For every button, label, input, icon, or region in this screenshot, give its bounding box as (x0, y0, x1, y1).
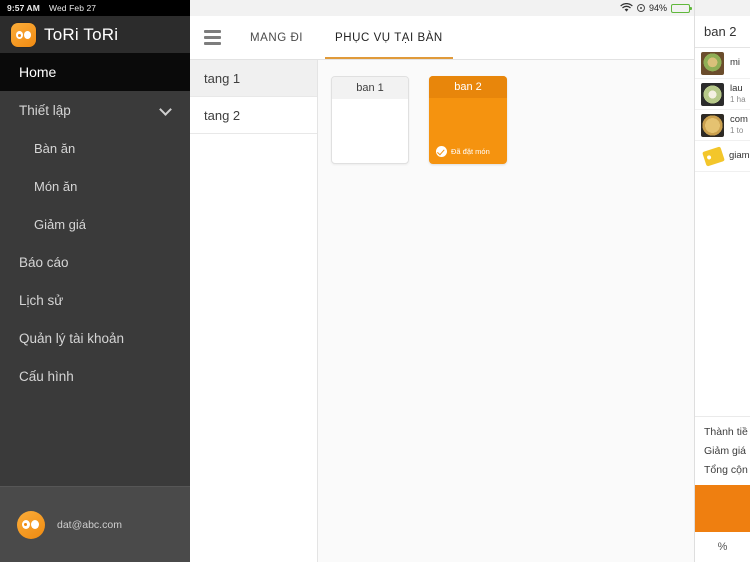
app-brand: ToRi ToRi (0, 16, 190, 53)
order-item-qty: 1 ha (730, 94, 746, 104)
discount-tag-icon (702, 145, 725, 167)
order-item-row[interactable]: giam (695, 141, 750, 172)
floor-label: tang 1 (204, 70, 241, 86)
order-item-list: mi lau 1 ha com 1 to giam (695, 48, 750, 416)
check-circle-icon (436, 146, 447, 157)
order-item-qty: 1 to (730, 125, 744, 135)
sidebar-item-label: Báo cáo (19, 254, 69, 270)
summary-row-total: Tổng cộn (704, 463, 748, 476)
sidebar-item-bao-cao[interactable]: Báo cáo (0, 243, 190, 281)
dish-thumbnail-icon (701, 51, 724, 75)
sidebar-item-thiet-lap[interactable]: Thiết lập (0, 91, 190, 129)
sidebar-item-label: Quản lý tài khoản (19, 330, 125, 346)
ios-status-bar-right: 94% (190, 0, 694, 16)
sidebar-nav: Home Thiết lập Bàn ăn Món ăn Giảm giá Bá… (0, 53, 190, 486)
summary-row-discount: Giảm giá (704, 444, 747, 457)
tab-mang-di[interactable]: MANG ĐI (234, 16, 319, 59)
order-panel-status-spacer (695, 0, 750, 16)
floor-item-tang-1[interactable]: tang 1 (190, 60, 317, 97)
sidebar-item-label: Home (19, 64, 57, 80)
status-time: 9:57 AM (7, 3, 40, 13)
wifi-icon (620, 3, 633, 12)
order-item-name: giam (729, 150, 750, 162)
sidebar-item-label: Bàn ăn (34, 140, 76, 156)
chevron-down-icon (159, 103, 172, 116)
floor-label: tang 2 (204, 107, 241, 123)
floor-item-tang-2[interactable]: tang 2 (190, 97, 317, 134)
table-card-body: Đã đặt món (429, 98, 507, 164)
summary-row-subtotal: Thành tiề (704, 425, 748, 438)
app-root: 9:57 AM Wed Feb 27 ToRi ToRi Home Thiết … (0, 0, 750, 562)
table-card-body (332, 99, 408, 163)
tab-phuc-vu-tai-ban[interactable]: PHỤC VỤ TẠI BÀN (319, 16, 459, 59)
order-item-label: com (730, 114, 748, 126)
order-item-row[interactable]: lau 1 ha (695, 79, 750, 110)
ios-status-bar-left: 9:57 AM Wed Feb 27 (0, 0, 190, 16)
order-item-row[interactable]: com 1 to (695, 110, 750, 141)
order-item-label: lau (730, 83, 743, 95)
user-avatar-icon (17, 510, 45, 539)
order-item-row[interactable]: mi (695, 48, 750, 79)
account-email: dat@abc.com (57, 518, 122, 531)
status-date: Wed Feb 27 (48, 3, 97, 13)
sidebar-item-cau-hinh[interactable]: Cấu hình (0, 357, 190, 395)
table-card-ban-2[interactable]: ban 2 Đã đặt món (429, 76, 507, 164)
table-name: ban 1 (332, 77, 408, 99)
top-tab-bar: MANG ĐI PHỤC VỤ TẠI BÀN (190, 16, 694, 60)
dish-thumbnail-icon (701, 82, 724, 106)
sidebar-item-label: Giảm giá (34, 216, 87, 232)
order-panel-title: ban 2 (695, 16, 750, 48)
sidebar-item-home[interactable]: Home (0, 53, 190, 91)
location-icon (636, 4, 645, 12)
table-card-ban-1[interactable]: ban 1 (331, 76, 409, 164)
sidebar-item-ban-an[interactable]: Bàn ăn (0, 129, 190, 167)
table-name: ban 2 (429, 76, 507, 98)
order-summary: Thành tiề Giảm giá Tổng cộn % (695, 416, 750, 562)
main-area: 94% MANG ĐI PHỤC VỤ TẠI BÀN tang 1 tang … (190, 0, 694, 562)
battery-percent: 94% (648, 3, 667, 13)
order-panel: ban 2 mi lau 1 ha com 1 to giam Thành ti… (694, 0, 750, 562)
brand-name: ToRi ToRi (44, 24, 119, 44)
account-section[interactable]: dat@abc.com (0, 486, 190, 562)
workspace: tang 1 tang 2 ban 1 ban 2 Đã đặt món (190, 60, 694, 562)
order-item-name: mi (730, 57, 741, 69)
pay-button[interactable] (695, 485, 750, 532)
tab-label: MANG ĐI (250, 31, 304, 44)
sidebar-item-giam-gia[interactable]: Giảm giá (0, 205, 190, 243)
table-status-label: Đã đặt món (451, 147, 490, 156)
order-item-name: com 1 to (730, 114, 748, 135)
sidebar-item-mon-an[interactable]: Món ăn (0, 167, 190, 205)
order-item-name: lau 1 ha (730, 83, 746, 104)
sidebar-item-quan-ly-tai-khoan[interactable]: Quản lý tài khoản (0, 319, 190, 357)
hamburger-menu-icon[interactable] (190, 16, 234, 59)
percent-label[interactable]: % (695, 532, 750, 562)
tori-logo-icon (11, 22, 36, 47)
sidebar-item-label: Lịch sử (19, 292, 64, 308)
battery-icon (671, 3, 692, 13)
dish-thumbnail-icon (701, 113, 724, 137)
tab-label: PHỤC VỤ TẠI BÀN (335, 31, 443, 44)
sidebar-item-label: Thiết lập (19, 102, 71, 118)
sidebar-item-label: Cấu hình (19, 368, 74, 384)
table-status-badge: Đã đặt món (436, 146, 502, 157)
sidebar: 9:57 AM Wed Feb 27 ToRi ToRi Home Thiết … (0, 0, 190, 562)
tables-grid: ban 1 ban 2 Đã đặt món (318, 60, 694, 562)
sidebar-item-lich-su[interactable]: Lịch sử (0, 281, 190, 319)
sidebar-item-label: Món ăn (34, 178, 78, 194)
floor-list: tang 1 tang 2 (190, 60, 318, 562)
